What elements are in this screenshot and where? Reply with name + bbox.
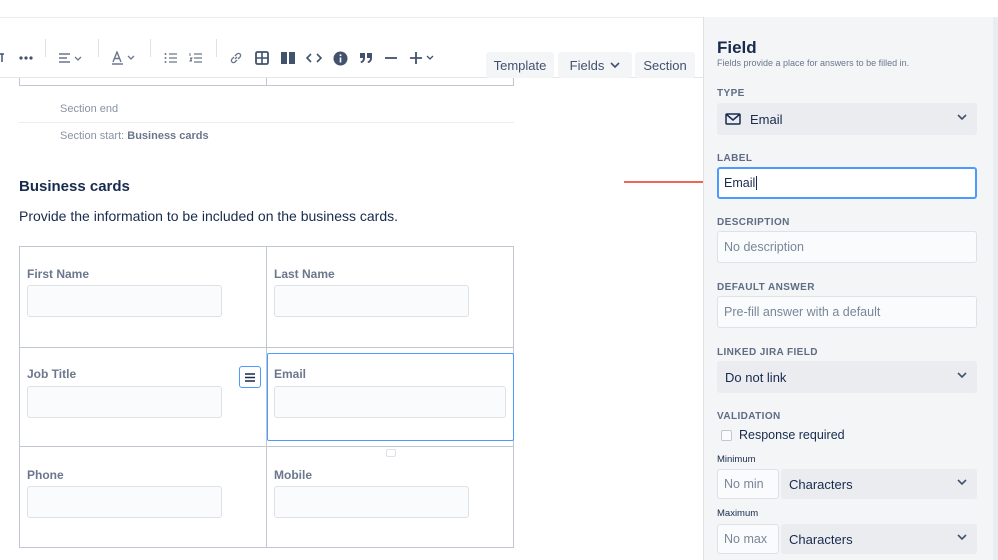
type-label: TYPE <box>717 88 745 99</box>
panel-scrollbar[interactable] <box>993 17 998 560</box>
template-button[interactable]: Template <box>486 52 554 78</box>
label-input[interactable]: Email <box>717 167 977 199</box>
toolbar-divider <box>98 39 99 57</box>
text-color-icon[interactable] <box>111 48 137 68</box>
description-placeholder: No description <box>724 240 804 254</box>
minimum-label: Minimum <box>717 454 756 465</box>
toolbar-divider <box>216 39 217 57</box>
field-menu-button[interactable] <box>239 366 261 388</box>
job-title-field[interactable] <box>27 386 222 418</box>
info-icon[interactable] <box>331 48 349 68</box>
template-button-label: Template <box>493 57 547 73</box>
chevron-down-icon <box>957 372 967 379</box>
maximum-placeholder: No max <box>724 532 768 546</box>
section-heading: Business cards <box>19 178 130 195</box>
type-value: Email <box>750 111 783 127</box>
numbered-list-icon[interactable] <box>188 48 204 68</box>
section-end-marker: Section end <box>60 103 118 115</box>
chevron-down-icon <box>957 114 967 121</box>
section-button-label: Section <box>643 57 687 73</box>
phone-label: Phone <box>27 468 64 482</box>
align-icon[interactable] <box>58 48 84 68</box>
resize-handle[interactable] <box>386 449 396 457</box>
section-description: Provide the information to be included o… <box>19 208 399 224</box>
menu-lines-icon <box>245 372 255 382</box>
type-select[interactable]: Email <box>717 103 977 135</box>
layout-columns-icon[interactable] <box>279 48 297 68</box>
job-title-label: Job Title <box>27 367 77 381</box>
default-answer-label: DEFAULT ANSWER <box>717 282 815 293</box>
previous-table-divider <box>266 78 267 86</box>
field-properties-panel: Field Fields provide a place for answers… <box>703 17 998 560</box>
linked-jira-field-select[interactable]: Do not link <box>717 361 977 393</box>
section-separator <box>19 122 514 123</box>
code-icon[interactable] <box>305 48 323 68</box>
panel-title: Field <box>717 38 757 57</box>
mobile-label: Mobile <box>274 468 312 482</box>
chevron-down-icon <box>610 62 620 69</box>
linked-jira-field-value: Do not link <box>725 369 787 385</box>
linked-jira-field-label: LINKED JIRA FIELD <box>717 347 818 358</box>
section-start-prefix: Section start: <box>60 130 125 142</box>
label-input-value: Email <box>724 176 756 190</box>
minimum-input[interactable]: No min <box>717 469 779 499</box>
section-end-text: Section end <box>60 103 119 115</box>
last-name-field[interactable] <box>274 285 469 317</box>
section-start-name: Business cards <box>127 130 209 142</box>
table-icon[interactable] <box>254 48 270 68</box>
phone-field[interactable] <box>27 486 222 518</box>
maximum-label: Maximum <box>717 508 759 519</box>
divider-icon[interactable] <box>383 48 399 68</box>
partial-icon <box>0 48 6 68</box>
section-button[interactable]: Section <box>635 52 695 78</box>
description-input[interactable]: No description <box>717 231 977 263</box>
email-label: Email <box>274 367 307 381</box>
mobile-field[interactable] <box>274 486 469 518</box>
minimum-placeholder: No min <box>724 477 764 491</box>
toolbar-divider <box>150 39 151 57</box>
fields-button[interactable]: Fields <box>558 52 632 78</box>
text-caret <box>756 176 758 190</box>
chevron-down-icon <box>957 534 967 541</box>
validation-label: VALIDATION <box>717 411 781 422</box>
chevron-down-icon <box>957 479 967 486</box>
panel-subtitle: Fields provide a place for answers to be… <box>717 58 910 68</box>
form-table: First Name Last Name Job Title Email Pho… <box>19 246 514 548</box>
editor-canvas: Section end Section start: Business card… <box>0 78 703 560</box>
insert-plus-icon[interactable] <box>410 48 436 68</box>
toolbar-divider <box>45 39 46 57</box>
first-name-field[interactable] <box>27 285 222 317</box>
last-name-label: Last Name <box>274 267 335 281</box>
link-icon[interactable] <box>228 48 244 68</box>
label-label: LABEL <box>717 153 753 164</box>
first-name-label: First Name <box>27 267 90 281</box>
maximum-input[interactable]: No max <box>717 524 779 554</box>
table-row-divider <box>20 347 513 348</box>
table-row-divider <box>20 446 513 447</box>
response-required-checkbox[interactable] <box>721 430 732 441</box>
maximum-unit-select[interactable]: Characters <box>781 524 977 554</box>
fields-button-label: Fields <box>569 57 605 73</box>
response-required-label: Response required <box>739 428 845 442</box>
more-icon[interactable] <box>18 48 34 68</box>
description-label: DESCRIPTION <box>717 217 790 228</box>
minimum-unit-value: Characters <box>789 476 853 492</box>
section-start-marker: Section start: Business cards <box>60 130 209 142</box>
bullet-list-icon[interactable] <box>163 48 179 68</box>
maximum-unit-value: Characters <box>789 531 853 547</box>
editor-toolbar: Template Fields Section <box>0 17 703 78</box>
minimum-unit-select[interactable]: Characters <box>781 469 977 499</box>
form-editor-screen: Template Fields Section Section end Sect… <box>0 0 998 560</box>
default-answer-placeholder: Pre-fill answer with a default <box>724 305 881 319</box>
quote-icon[interactable] <box>357 48 375 68</box>
default-answer-input[interactable]: Pre-fill answer with a default <box>717 296 977 328</box>
email-field[interactable] <box>274 386 506 418</box>
envelope-icon <box>725 113 741 125</box>
